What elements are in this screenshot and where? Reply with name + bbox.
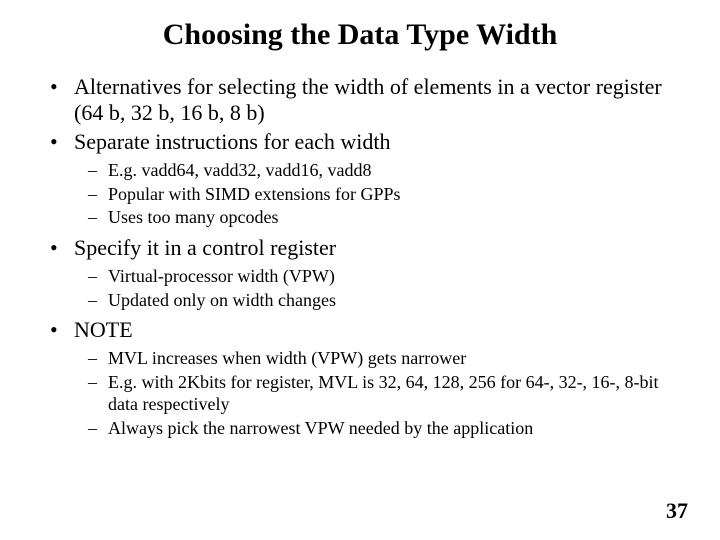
sub-item: Uses too many opcodes <box>108 206 690 229</box>
bullet-text: Specify it in a control register <box>74 235 336 260</box>
sub-item: Popular with SIMD extensions for GPPs <box>108 183 690 206</box>
bullet-text: NOTE <box>74 317 133 342</box>
sub-item: MVL increases when width (VPW) gets narr… <box>108 347 690 370</box>
slide-title: Choosing the Data Type Width <box>30 18 690 52</box>
bullet-list: Alternatives for selecting the width of … <box>30 74 690 439</box>
sub-item: Virtual-processor width (VPW) <box>108 265 690 288</box>
sub-item: Updated only on width changes <box>108 289 690 312</box>
sub-item: E.g. vadd64, vadd32, vadd16, vadd8 <box>108 159 690 182</box>
sub-item: E.g. with 2Kbits for register, MVL is 32… <box>108 371 690 416</box>
sub-list: MVL increases when width (VPW) gets narr… <box>74 347 690 439</box>
page-number: 37 <box>666 498 688 524</box>
sub-list: E.g. vadd64, vadd32, vadd16, vadd8 Popul… <box>74 159 690 229</box>
list-item: NOTE MVL increases when width (VPW) gets… <box>74 317 690 439</box>
bullet-text: Separate instructions for each width <box>74 129 390 154</box>
sub-item: Always pick the narrowest VPW needed by … <box>108 417 690 440</box>
sub-list: Virtual-processor width (VPW) Updated on… <box>74 265 690 311</box>
list-item: Separate instructions for each width E.g… <box>74 129 690 229</box>
list-item: Alternatives for selecting the width of … <box>74 74 690 127</box>
bullet-text: Alternatives for selecting the width of … <box>74 74 662 125</box>
list-item: Specify it in a control register Virtual… <box>74 235 690 311</box>
